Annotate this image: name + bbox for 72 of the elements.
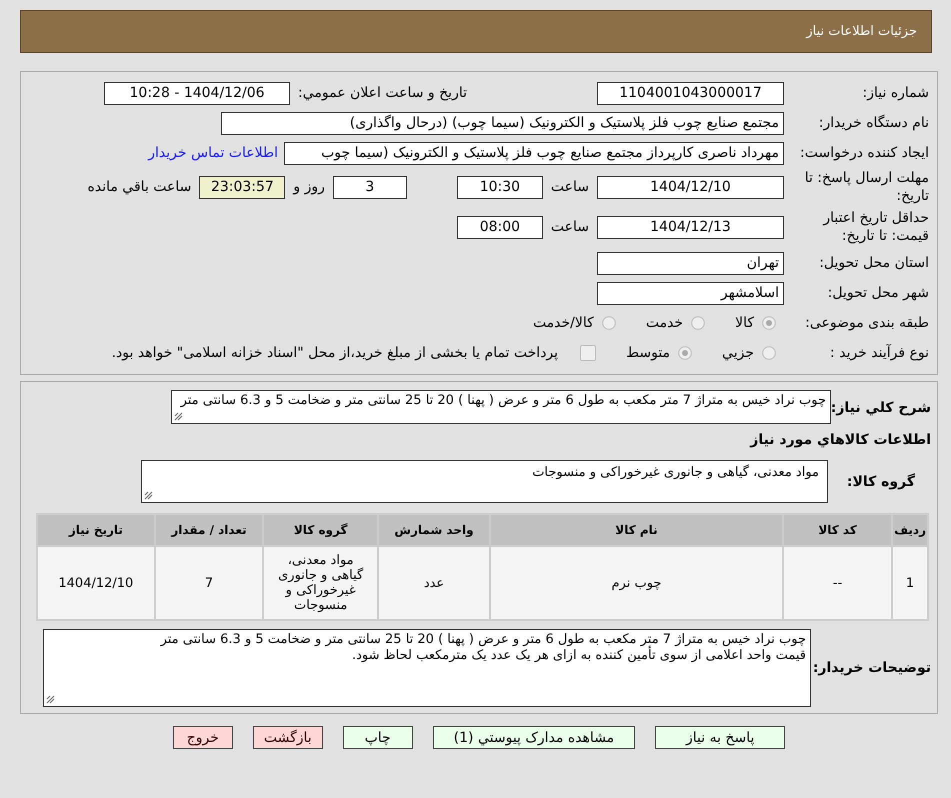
column-header: واحد شمارش [379,515,489,545]
table-cell: عدد [379,547,489,619]
buyer-notes-field[interactable]: چوب نراد خیس به متراژ 7 متر مکعب به طول 6 متر و عرض ( پهنا ) 20 تا 25 سانتی متر و ضخامت 5 و 6.3 سانتی متر قیمت واحد اعلامی از سوی تأمین کننده به ازای هر یک عدد یک مترمکعب لحاظ شود. [43,629,811,707]
field-label: ساعت باقي مانده [88,179,192,195]
radio-button[interactable] [678,346,692,360]
field-label: تاریخ و ساعت اعلان عمومي: [298,85,467,101]
table-cell: چوب نرم [490,547,782,619]
requester-field[interactable]: مهرداد ناصری کارپرداز مجتمع صنایع چوب فلز پلاستیک و الکترونیک (سیما چوب [284,142,784,164]
buyer-contact-link[interactable]: اطلاعات تماس خریدار [148,145,278,161]
radio-button[interactable] [762,316,776,330]
radio-label: کالا/خدمت [532,315,594,331]
table-cell: 1 [893,547,927,619]
column-header: ردیف [893,515,927,545]
buyer-name-field[interactable]: مجتمع صنایع چوب فلز پلاستیک و الکترونیک (سیما چوب) (درحال واگذاری) [221,112,784,134]
days-field[interactable]: 3 [332,176,407,198]
field-label: شهر محل تحویل: [826,284,930,302]
checkbox[interactable] [580,345,596,361]
action-button[interactable]: پاسخ به نیاز [655,726,786,749]
table-cell: 1404/12/10 [38,547,154,619]
table-cell: 7 [156,547,262,619]
deadline-date-field[interactable]: 1404/12/10 [597,176,784,198]
field-label: توضیحات خریدار: [812,660,931,676]
action-button[interactable]: مشاهده مدارک پیوستي (1) [432,726,636,749]
radio-button[interactable] [691,316,706,330]
resize-grip-icon[interactable] [174,412,183,421]
validity-date-field[interactable]: 1404/12/13 [597,216,784,238]
radio-button[interactable] [762,346,776,360]
section-heading: اطلاعات کالاهاي مورد نیاز [748,432,931,448]
field-label: روز و [293,179,325,195]
need-number-field[interactable]: 1104001043000017 [597,82,784,104]
goods-group-field[interactable]: مواد معدنی، گیاهی و جانوری غیرخوراکی و منسوجات [141,460,828,503]
field-label: ساعت [550,179,589,195]
field-label: حداقل تاریخ اعتبار قیمت: تا تاریخ: [822,209,930,245]
buyer-notes-text: چوب نراد خیس به متراژ 7 متر مکعب به طول 6 متر و عرض ( پهنا ) 20 تا 25 سانتی متر و ضخامت 5 و 6.3 سانتی متر قیمت واحد اعلامی از سوی تأمین کننده به ازای هر یک عدد یک مترمکعب لحاظ شود. [160,632,806,663]
deadline-time-field[interactable]: 10:30 [456,176,543,198]
field-label: نوع فرآیند خرید : [829,344,930,362]
payment-note: پرداخت تمام یا بخشی از مبلغ خرید،از محل "اسناد خزانه اسلامی" خواهد بود. [112,345,558,361]
radio-button[interactable] [602,316,616,330]
province-field[interactable]: تهران [597,252,784,274]
table-cell: -- [784,547,892,619]
goods-group-text: مواد معدنی، گیاهی و جانوری غیرخوراکی و منسوجات [532,465,819,480]
radio-label: متوسط [626,345,670,361]
city-field[interactable]: اسلامشهر [597,282,784,304]
announce-date-field[interactable]: 1404/12/06 - 10:28 [104,82,290,104]
remaining-time-field[interactable]: 23:03:57 [199,176,286,198]
radio-label: جزيي [722,345,754,361]
column-header: تعداد / مقدار [156,515,262,545]
action-button[interactable]: چاپ [342,726,413,749]
field-label: استان محل تحویل: [818,254,930,272]
field-label: طبقه بندی موضوعی: [804,314,930,332]
radio-label: خدمت [646,315,684,331]
column-header: نام کالا [490,515,782,545]
column-header: گروه کالا [264,515,378,545]
field-label: گروه کالا: [846,474,916,490]
action-button[interactable]: بازگشت [252,726,323,749]
description-text: چوب نراد خیس به متراژ 7 متر مکعب به طول 6 متر و عرض ( پهنا ) 20 تا 25 سانتی متر و ضخامت 5 و 6.3 سانتی متر [180,393,826,408]
table-cell: مواد معدنی، گیاهی و جانوری غیرخوراکی و منسوجات [264,547,378,619]
resize-grip-icon[interactable] [46,695,55,704]
radio-label: کالا [735,315,754,331]
field-label: نام دستگاه خریدار: [818,114,930,132]
description-field[interactable]: چوب نراد خیس به متراژ 7 متر مکعب به طول 6 متر و عرض ( پهنا ) 20 تا 25 سانتی متر و ضخامت 5 و 6.3 سانتی متر [171,390,831,424]
column-header: تاریخ نیاز [38,515,154,545]
validity-time-field[interactable]: 08:00 [456,216,543,238]
field-label: ایجاد کننده درخواست: [799,144,930,162]
field-label: مهلت ارسال پاسخ: تا تاریخ: [804,169,930,205]
page-title: جزئیات اطلاعات نیاز [806,24,917,39]
field-label: شرح کلي نیاز: [831,400,931,416]
action-button[interactable]: خروج [172,726,233,749]
field-label: ساعت [550,219,589,235]
resize-grip-icon[interactable] [144,491,153,500]
field-label: شماره نیاز: [862,84,930,102]
column-header: کد کالا [784,515,892,545]
